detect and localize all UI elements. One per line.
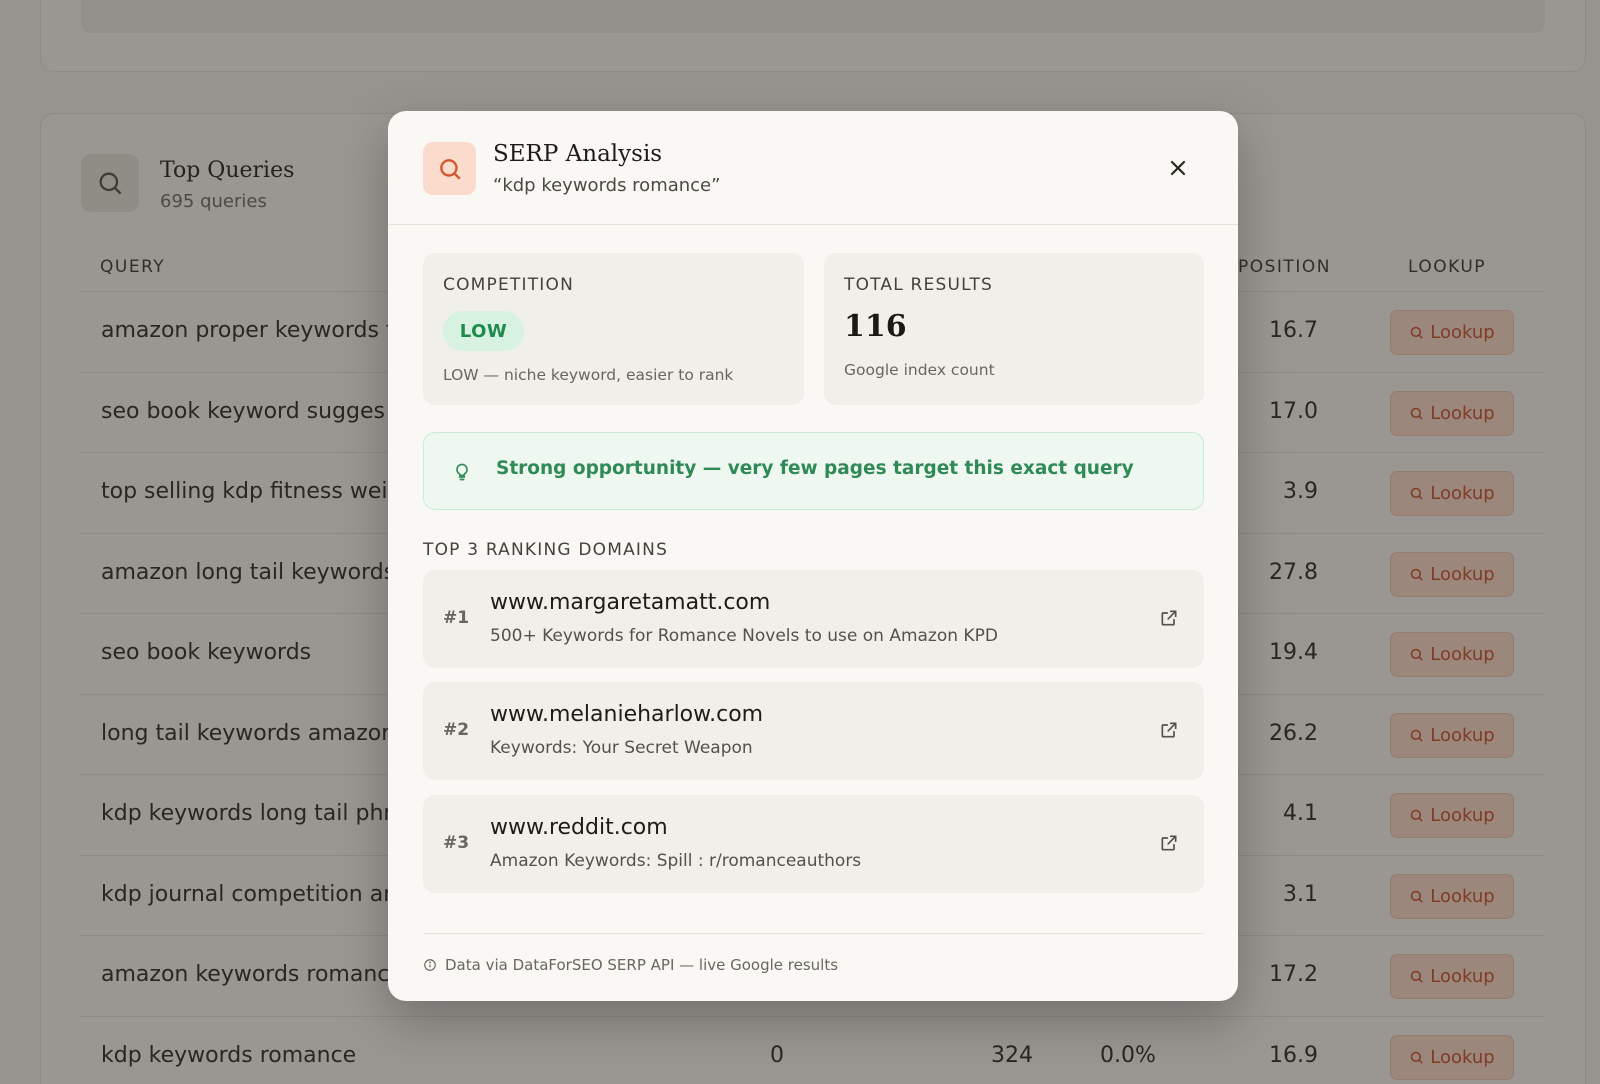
total-results-note: Google index count (844, 361, 995, 379)
domain-rank: #2 (443, 720, 470, 740)
data-source-text: Data via DataForSEO SERP API — live Goog… (445, 956, 839, 974)
external-link-icon[interactable] (1159, 608, 1179, 628)
competition-badge: LOW (443, 311, 524, 351)
search-icon (423, 142, 476, 195)
domain-item[interactable]: #3 www.reddit.com Amazon Keywords: Spill… (423, 795, 1204, 893)
external-link-icon[interactable] (1159, 833, 1179, 853)
domain-page-title: 500+ Keywords for Romance Novels to use … (490, 626, 998, 646)
close-icon[interactable] (1163, 153, 1193, 183)
domain-item[interactable]: #1 www.margaretamatt.com 500+ Keywords f… (423, 570, 1204, 668)
external-link-icon[interactable] (1159, 720, 1179, 740)
modal-query: “kdp keywords romance” (493, 175, 721, 196)
competition-card: COMPETITION LOW LOW — niche keyword, eas… (423, 253, 804, 405)
total-results-card: TOTAL RESULTS 116 Google index count (824, 253, 1204, 405)
total-results-label: TOTAL RESULTS (844, 275, 994, 295)
domain-name: www.reddit.com (490, 815, 668, 840)
opportunity-banner: Strong opportunity — very few pages targ… (423, 432, 1204, 510)
lightbulb-icon (456, 463, 468, 481)
info-icon (424, 959, 436, 971)
domain-page-title: Keywords: Your Secret Weapon (490, 738, 753, 758)
ranking-domains-label: TOP 3 RANKING DOMAINS (423, 540, 669, 560)
total-results-value: 116 (844, 309, 907, 344)
competition-label: COMPETITION (443, 275, 575, 295)
data-source-note: Data via DataForSEO SERP API — live Goog… (423, 956, 838, 974)
opportunity-text: Strong opportunity — very few pages targ… (496, 458, 1134, 479)
competition-note: LOW — niche keyword, easier to rank (443, 366, 734, 384)
serp-analysis-modal: SERP Analysis “kdp keywords romance” COM… (388, 111, 1238, 1001)
domain-page-title: Amazon Keywords: Spill : r/romanceauthor… (490, 851, 862, 871)
domain-name: www.melanieharlow.com (490, 702, 764, 727)
domain-rank: #3 (443, 833, 470, 853)
domain-name: www.margaretamatt.com (490, 590, 771, 615)
footer-divider (423, 933, 1204, 934)
header-divider (388, 224, 1238, 225)
modal-title: SERP Analysis (493, 141, 663, 167)
domain-rank: #1 (443, 608, 470, 628)
domain-item[interactable]: #2 www.melanieharlow.com Keywords: Your … (423, 682, 1204, 780)
